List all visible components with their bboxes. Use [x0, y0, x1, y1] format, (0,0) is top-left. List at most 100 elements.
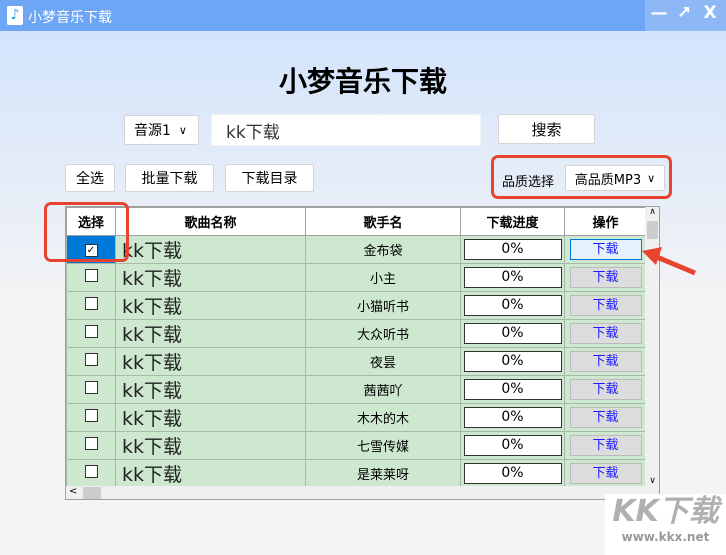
- progress-cell: 0%: [460, 319, 565, 348]
- progress-cell: 0%: [460, 375, 565, 404]
- progress-value: 0%: [463, 435, 562, 456]
- progress-cell: 0%: [460, 347, 565, 376]
- batch-download-button[interactable]: 批量下载: [125, 164, 214, 192]
- artist-name: 大众听书: [305, 319, 461, 348]
- window-title: 小梦音乐下载: [28, 10, 112, 26]
- select-cell[interactable]: [66, 291, 116, 320]
- progress-cell: 0%: [460, 263, 565, 292]
- search-button[interactable]: 搜索: [498, 114, 595, 144]
- watermark-logo: KK下载: [612, 494, 719, 529]
- row-checkbox[interactable]: [84, 381, 98, 394]
- download-button[interactable]: 下载: [569, 407, 642, 428]
- table-row[interactable]: kk下载 是莱莱呀 0% 下载: [66, 459, 647, 488]
- action-cell: 下载: [564, 459, 647, 488]
- progress-value: 0%: [463, 239, 562, 260]
- artist-name: 是莱莱呀: [305, 459, 461, 488]
- chevron-down-icon: ∨: [178, 123, 187, 137]
- hscroll-thumb[interactable]: [83, 487, 101, 499]
- song-name: kk下载: [115, 263, 306, 292]
- download-button[interactable]: 下载: [569, 267, 642, 288]
- song-name: kk下载: [115, 459, 306, 488]
- download-button[interactable]: 下载: [569, 295, 642, 316]
- download-button[interactable]: 下载: [569, 463, 642, 484]
- select-cell[interactable]: [66, 431, 116, 460]
- progress-cell: 0%: [460, 403, 565, 432]
- highlight-box: [491, 155, 672, 199]
- page-title: 小梦音乐下载: [278, 65, 447, 98]
- song-name: kk下载: [115, 347, 306, 376]
- search-input[interactable]: kk下载: [211, 114, 481, 146]
- progress-value: 0%: [463, 407, 562, 428]
- source-value: 音源1: [134, 123, 171, 139]
- action-cell: 下载: [564, 375, 647, 404]
- row-checkbox[interactable]: [84, 409, 98, 422]
- progress-cell: 0%: [460, 431, 565, 460]
- progress-value: 0%: [463, 323, 562, 344]
- progress-value: 0%: [463, 351, 562, 372]
- action-cell: 下载: [564, 263, 647, 292]
- select-cell[interactable]: [66, 375, 116, 404]
- header-progress[interactable]: 下载进度: [460, 207, 565, 236]
- download-button[interactable]: 下载: [569, 435, 642, 456]
- source-select[interactable]: 音源1 ∨: [124, 115, 199, 145]
- horizontal-scrollbar[interactable]: <: [66, 486, 659, 499]
- artist-name: 小主: [305, 263, 461, 292]
- select-cell[interactable]: [66, 263, 116, 292]
- row-checkbox[interactable]: [84, 465, 98, 478]
- song-name: kk下载: [115, 319, 306, 348]
- watermark: KK下载 www.kkx.net: [605, 494, 726, 555]
- action-cell: 下载: [564, 291, 647, 320]
- watermark-url: www.kkx.net: [621, 530, 710, 544]
- select-cell[interactable]: [66, 403, 116, 432]
- song-name: kk下载: [115, 403, 306, 432]
- progress-cell: 0%: [460, 459, 565, 488]
- highlight-box: [44, 202, 129, 262]
- table-row[interactable]: kk下载 大众听书 0% 下载: [66, 319, 647, 348]
- download-dir-button[interactable]: 下载目录: [225, 164, 314, 192]
- row-checkbox[interactable]: [84, 437, 98, 450]
- progress-value: 0%: [463, 463, 562, 484]
- action-cell: 下载: [564, 403, 647, 432]
- progress-cell: 0%: [460, 291, 565, 320]
- select-cell[interactable]: [66, 319, 116, 348]
- select-cell[interactable]: [66, 459, 116, 488]
- header-action[interactable]: 操作: [564, 207, 647, 236]
- table-row[interactable]: ✓ kk下载 金布袋 0% 下载: [66, 235, 647, 264]
- artist-name: 金布袋: [305, 235, 461, 264]
- minimize-button[interactable]: —: [646, 0, 672, 28]
- table-row[interactable]: kk下载 木木的木 0% 下载: [66, 403, 647, 432]
- close-button[interactable]: X: [697, 0, 723, 28]
- select-cell[interactable]: [66, 347, 116, 376]
- download-button[interactable]: 下载: [569, 323, 642, 344]
- header-song[interactable]: 歌曲名称: [115, 207, 306, 236]
- download-button[interactable]: 下载: [569, 239, 642, 260]
- artist-name: 小猫听书: [305, 291, 461, 320]
- song-name: kk下载: [115, 375, 306, 404]
- table-row[interactable]: kk下载 小猫听书 0% 下载: [66, 291, 647, 320]
- table-row[interactable]: kk下载 茜茜吖 0% 下载: [66, 375, 647, 404]
- row-checkbox[interactable]: [84, 269, 98, 282]
- table-row[interactable]: kk下载 七雪传媒 0% 下载: [66, 431, 647, 460]
- arrow-annotation-icon: [642, 247, 696, 276]
- progress-value: 0%: [463, 295, 562, 316]
- progress-cell: 0%: [460, 235, 565, 264]
- scroll-thumb[interactable]: [647, 221, 658, 239]
- row-checkbox[interactable]: [84, 325, 98, 338]
- header-artist[interactable]: 歌手名: [305, 207, 461, 236]
- row-checkbox[interactable]: [84, 297, 98, 310]
- download-button[interactable]: 下载: [569, 379, 642, 400]
- table-row[interactable]: kk下载 夜昙 0% 下载: [66, 347, 647, 376]
- row-checkbox[interactable]: [84, 353, 98, 366]
- music-note-icon: ♪: [7, 6, 23, 25]
- song-table: 选择 歌曲名称 歌手名 下载进度 操作 ✓ kk下载 金布袋 0% 下载 kk下…: [65, 206, 660, 500]
- artist-name: 七雪传媒: [305, 431, 461, 460]
- download-button[interactable]: 下载: [569, 351, 642, 372]
- song-name: kk下载: [115, 235, 306, 264]
- select-all-button[interactable]: 全选: [65, 164, 115, 192]
- maximize-button[interactable]: ↗: [671, 0, 697, 28]
- action-cell: 下载: [564, 431, 647, 460]
- song-name: kk下载: [115, 291, 306, 320]
- artist-name: 茜茜吖: [305, 375, 461, 404]
- artist-name: 夜昙: [305, 347, 461, 376]
- table-row[interactable]: kk下载 小主 0% 下载: [66, 263, 647, 292]
